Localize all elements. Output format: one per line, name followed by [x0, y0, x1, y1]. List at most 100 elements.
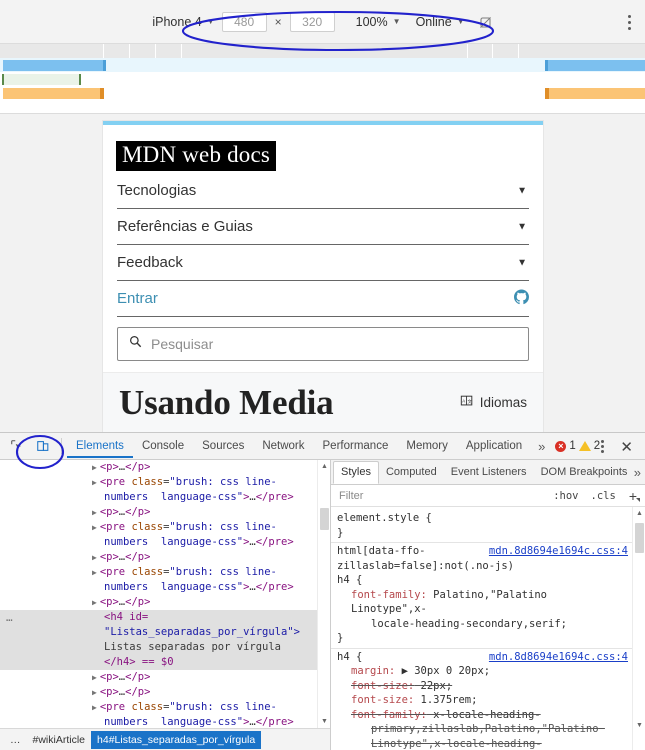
css-source-link[interactable]: mdn.8d8694e1694c.css:4: [489, 544, 628, 559]
breadcrumb-item[interactable]: #wikiArticle: [27, 731, 92, 749]
tab-network[interactable]: Network: [253, 435, 313, 458]
chevron-down-icon: ▼: [392, 17, 401, 26]
css-rule[interactable]: h4 {mdn.8d8694e1694c.css:4 margin: ▶ 30px…: [331, 649, 632, 750]
close-icon[interactable]: ✕: [614, 438, 639, 456]
languages-label: Idiomas: [479, 395, 527, 410]
device-toolbar-icon[interactable]: [30, 433, 56, 459]
dom-tree-node[interactable]: ▶ <pre class="brush: css line-numbers lan…: [0, 700, 330, 728]
tab-event-listeners[interactable]: Event Listeners: [444, 462, 534, 483]
viewport-height-input[interactable]: 320: [289, 12, 335, 32]
dom-tree-list[interactable]: ▶ <p>…</p> ▶ <pre class="brush: css line-nu…: [0, 460, 330, 728]
dom-tree-node[interactable]: ▶ <p>…</p>: [0, 460, 330, 475]
breadcrumb-item[interactable]: h4#Listas_separadas_por_vírgula: [91, 730, 262, 749]
styles-scrollbar[interactable]: ▲ ▼: [632, 507, 645, 750]
node-menu-icon[interactable]: …: [6, 610, 14, 625]
github-icon[interactable]: [514, 289, 529, 308]
dom-tree-node[interactable]: ▶ <p>…</p>: [0, 595, 330, 610]
dot: [628, 14, 631, 18]
nav-item-label: Referências e Guias: [117, 218, 253, 235]
new-style-rule-button[interactable]: +: [625, 488, 641, 504]
nav-item-references[interactable]: Referências e Guias ▼: [117, 209, 529, 245]
tab-performance[interactable]: Performance: [314, 435, 398, 458]
dom-tree-node-selected[interactable]: "Listas_separadas_por_vírgula">: [0, 625, 330, 640]
css-rules-list[interactable]: element.style {} html[data-ffo-zillaslab=…: [331, 507, 632, 750]
css-declaration[interactable]: font-family: Palatino,"Palatino Linotype…: [337, 588, 626, 617]
search-icon: [129, 335, 142, 353]
search-input[interactable]: Pesquisar: [117, 327, 529, 361]
css-rule-close: }: [337, 632, 344, 644]
css-declaration[interactable]: font-size: 1.375rem;: [337, 693, 626, 708]
dom-tree-node[interactable]: ▶ <pre class="brush: css line-numbers lan…: [0, 565, 330, 595]
viewport-width-input[interactable]: 480: [221, 12, 267, 32]
page-title: Usando Media: [119, 382, 334, 422]
breadcrumb[interactable]: … #wikiArticle h4#Listas_separadas_por_vír…: [0, 728, 330, 750]
article-header: Usando Media A 文 Idiomas: [103, 372, 543, 432]
tab-computed[interactable]: Computed: [379, 462, 444, 483]
tab-dom-breakpoints[interactable]: DOM Breakpoints: [534, 462, 635, 483]
dom-tree-node[interactable]: ▶ <p>…</p>: [0, 670, 330, 685]
tab-memory[interactable]: Memory: [397, 435, 457, 458]
css-declaration[interactable]: font-size: 22px;: [337, 679, 626, 694]
tab-sources[interactable]: Sources: [193, 435, 253, 458]
zoom-select[interactable]: 100% ▼: [356, 15, 401, 29]
dot: [628, 26, 631, 30]
tab-elements[interactable]: Elements: [67, 435, 133, 458]
dom-tree-node[interactable]: ▶ <pre class="brush: css line-numbers lan…: [0, 475, 330, 505]
css-rule[interactable]: html[data-ffo-zillaslab=false]:not(.no-j…: [331, 543, 632, 649]
dom-tree-node[interactable]: ▶ <p>…</p>: [0, 550, 330, 565]
tab-styles[interactable]: Styles: [333, 461, 379, 484]
nav-item-label: Tecnologias: [117, 182, 197, 199]
error-count-badge[interactable]: × 1: [555, 440, 576, 452]
devtools-panel: Elements Console Sources Network Perform…: [0, 432, 645, 750]
scroll-up-icon[interactable]: ▲: [633, 507, 645, 520]
dom-tree-node[interactable]: ▶ <p>…</p>: [0, 685, 330, 700]
tab-console[interactable]: Console: [133, 435, 193, 458]
more-tabs-icon[interactable]: »: [531, 439, 552, 454]
styles-filter-input[interactable]: Filter: [339, 490, 544, 502]
media-query-row-min[interactable]: [0, 86, 645, 100]
media-query-row-max[interactable]: [0, 58, 645, 72]
scrollbar-thumb[interactable]: [320, 508, 329, 530]
inspect-element-icon[interactable]: [4, 433, 30, 459]
css-declaration[interactable]: margin: ▶ 30px 0 20px;: [337, 664, 626, 679]
css-property-value-continued: primary,zillaslab,Palatino,"Palatino Lin…: [371, 723, 599, 750]
dom-tree-node-selected[interactable]: … <h4 id=: [0, 610, 330, 625]
scroll-down-icon[interactable]: ▼: [633, 719, 645, 732]
cls-toggle[interactable]: .cls: [588, 490, 619, 502]
styles-more-tabs-icon[interactable]: »: [634, 465, 641, 480]
tab-application[interactable]: Application: [457, 435, 531, 458]
device-select[interactable]: iPhone 4 ▼: [152, 15, 214, 29]
throttle-select-label: Online: [415, 15, 452, 29]
devtools-right-controls: ✕: [593, 433, 639, 460]
dom-tree-scrollbar[interactable]: ▲ ▼: [317, 460, 330, 728]
dom-tree-node[interactable]: ▶ <p>…</p>: [0, 505, 330, 520]
nav-item-feedback[interactable]: Feedback ▼: [117, 245, 529, 281]
media-query-row-mid[interactable]: [0, 72, 645, 86]
nav-item-technologies[interactable]: Tecnologias ▼: [117, 173, 529, 209]
throttle-select[interactable]: Online ▼: [416, 15, 465, 29]
scrollbar-thumb[interactable]: [635, 523, 644, 553]
mdn-logo[interactable]: MDN web docs: [116, 141, 277, 171]
css-rule[interactable]: element.style {}: [331, 510, 632, 543]
css-source-link[interactable]: mdn.8d8694e1694c.css:4: [489, 650, 628, 665]
dom-node-text: "Listas_separadas_por_vírgula">: [104, 626, 300, 638]
device-toolbar-menu-icon[interactable]: [628, 0, 631, 44]
dom-tree-node[interactable]: ▶ <pre class="brush: css line-numbers lan…: [0, 520, 330, 550]
css-property-name: font-family:: [351, 708, 427, 721]
languages-button[interactable]: A 文 Idiomas: [460, 394, 527, 411]
rotate-icon[interactable]: [478, 15, 493, 30]
styles-pane: Styles Computed Event Listeners DOM Brea…: [331, 460, 645, 750]
sign-in-link[interactable]: Entrar: [117, 281, 529, 317]
dom-tree-scroll[interactable]: ▶ <p>…</p> ▶ <pre class="brush: css line-nu…: [0, 460, 330, 728]
dom-tree-node-selected[interactable]: Listas separadas por vírgula: [0, 640, 330, 655]
devtools-kebab-icon[interactable]: [593, 440, 612, 453]
css-selector[interactable]: element.style {: [337, 511, 626, 526]
hov-toggle[interactable]: :hov: [550, 490, 581, 502]
dom-tree-node-selected[interactable]: </h4> == $0: [0, 655, 330, 670]
scroll-up-icon[interactable]: ▲: [318, 460, 330, 473]
css-declaration[interactable]: font-family: x-locale-heading-: [337, 708, 626, 723]
devtools-tabbar: Elements Console Sources Network Perform…: [0, 433, 645, 460]
css-property-value: x-locale-heading-: [426, 708, 541, 721]
scroll-down-icon[interactable]: ▼: [318, 715, 330, 728]
breadcrumb-item[interactable]: …: [4, 731, 27, 749]
